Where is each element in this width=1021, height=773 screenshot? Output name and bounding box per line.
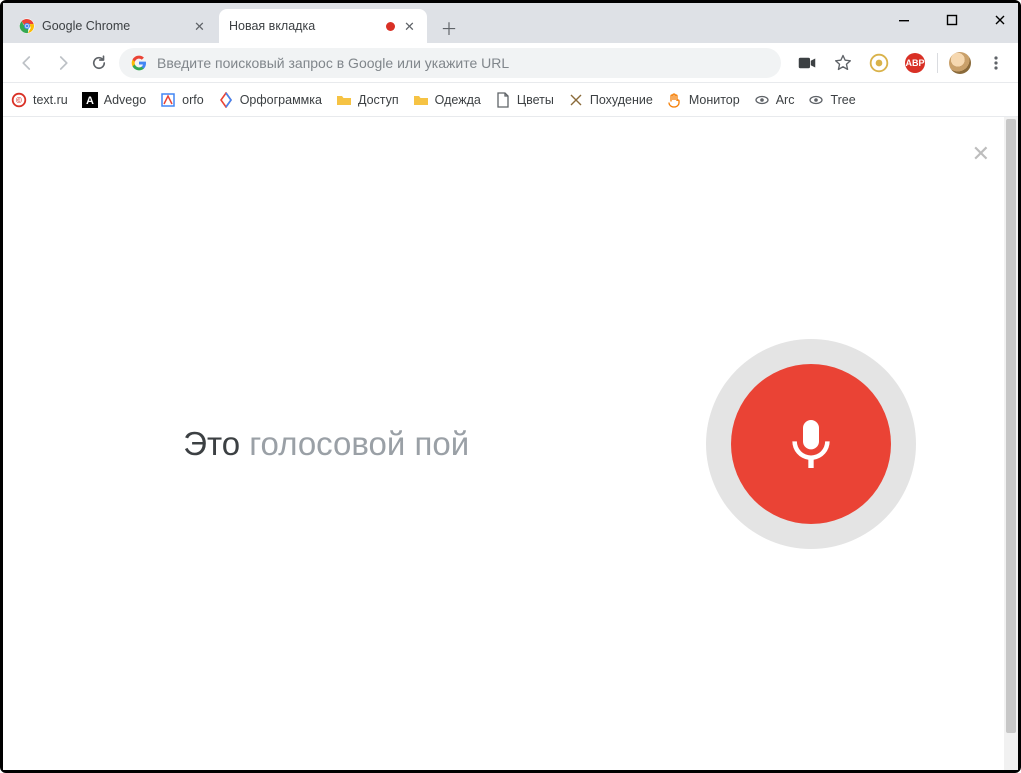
bookmark-odezhda[interactable]: Одежда — [413, 92, 481, 108]
tab-close-button[interactable]: ✕ — [192, 19, 207, 34]
bookmark-text-ru[interactable]: © text.ru — [11, 92, 68, 108]
bookmark-pohudenie[interactable]: Похудение — [568, 92, 653, 108]
bookmark-orfogrammka[interactable]: Орфограммка — [218, 92, 322, 108]
tab-title: Новая вкладка — [229, 19, 379, 33]
diamond-icon — [218, 92, 234, 108]
bookmark-label: orfo — [182, 93, 204, 107]
nav-reload-button[interactable] — [83, 47, 115, 79]
page-icon — [495, 92, 511, 108]
bookmark-label: Tree — [830, 93, 855, 107]
nav-back-button[interactable] — [11, 47, 43, 79]
bookmark-label: Цветы — [517, 93, 554, 107]
page-content: ✕ Это голосовой пой — [3, 117, 1018, 770]
avatar-icon — [949, 52, 971, 74]
svg-text:A: A — [86, 95, 94, 107]
bookmark-advego[interactable]: A Advego — [82, 92, 146, 108]
bookmark-arc[interactable]: Arc — [754, 92, 795, 108]
bookmark-label: Орфограммка — [240, 93, 322, 107]
eye-icon — [754, 92, 770, 108]
toolbar-actions: ABP — [785, 49, 1010, 77]
scrollbar[interactable] — [1004, 117, 1018, 770]
omnibox-placeholder: Введите поисковый запрос в Google или ук… — [157, 55, 509, 71]
globe-icon: © — [11, 92, 27, 108]
extension-abp-icon[interactable]: ABP — [901, 49, 929, 77]
tab-new-tab[interactable]: Новая вкладка ✕ — [219, 9, 427, 43]
voice-search-text: Это голосовой пой — [93, 425, 615, 463]
bookmark-label: Доступ — [358, 93, 399, 107]
hand-icon — [667, 92, 683, 108]
tab-close-button[interactable]: ✕ — [402, 19, 417, 34]
chrome-icon — [19, 18, 35, 34]
bookmark-tree[interactable]: Tree — [808, 92, 855, 108]
address-bar: Введите поисковый запрос в Google или ук… — [3, 43, 1018, 83]
window-minimize-button[interactable] — [892, 13, 916, 31]
bookmark-label: Advego — [104, 93, 146, 107]
bookmarks-bar: © text.ru A Advego orfo Орфограммка Дост… — [3, 83, 1018, 117]
window-maximize-button[interactable] — [940, 13, 964, 31]
voice-text-faded: голосовой пой — [249, 425, 469, 462]
voice-search-panel: Это голосовой пой — [3, 117, 1006, 770]
nav-forward-button[interactable] — [47, 47, 79, 79]
bookmark-label: text.ru — [33, 93, 68, 107]
folder-icon — [413, 92, 429, 108]
window-close-button[interactable] — [988, 13, 1012, 31]
tab-google-chrome[interactable]: Google Chrome ✕ — [9, 9, 217, 43]
chrome-menu-button[interactable] — [982, 49, 1010, 77]
orfo-icon — [160, 92, 176, 108]
eye-icon — [808, 92, 824, 108]
svg-text:©: © — [16, 96, 22, 105]
bookmark-monitor[interactable]: Монитор — [667, 92, 740, 108]
titlebar: Google Chrome ✕ Новая вкладка ✕ ＋ — [3, 3, 1018, 43]
voice-text-strong: Это — [183, 425, 249, 462]
folder-icon — [336, 92, 352, 108]
letter-a-icon: A — [82, 92, 98, 108]
bookmark-dostup[interactable]: Доступ — [336, 92, 399, 108]
toolbar-divider — [937, 53, 938, 73]
profile-avatar[interactable] — [946, 49, 974, 77]
bookmark-label: Монитор — [689, 93, 740, 107]
omnibox[interactable]: Введите поисковый запрос в Google или ук… — [119, 48, 781, 78]
scissors-icon — [568, 92, 584, 108]
recording-indicator-icon — [386, 22, 395, 31]
bookmark-tsvety[interactable]: Цветы — [495, 92, 554, 108]
bookmark-label: Arc — [776, 93, 795, 107]
bookmark-label: Похудение — [590, 93, 653, 107]
voice-mic-button[interactable] — [706, 339, 916, 549]
abp-badge: ABP — [905, 53, 925, 73]
bookmark-label: Одежда — [435, 93, 481, 107]
bookmark-star-icon[interactable] — [829, 49, 857, 77]
new-tab-button[interactable]: ＋ — [435, 13, 463, 41]
tab-title: Google Chrome — [42, 19, 185, 33]
window-controls — [892, 3, 1012, 41]
camera-icon[interactable] — [793, 49, 821, 77]
scrollbar-thumb[interactable] — [1006, 119, 1016, 733]
bookmark-orfo[interactable]: orfo — [160, 92, 204, 108]
google-g-icon — [131, 55, 147, 71]
extension-yandex-icon[interactable] — [865, 49, 893, 77]
microphone-icon — [731, 364, 891, 524]
